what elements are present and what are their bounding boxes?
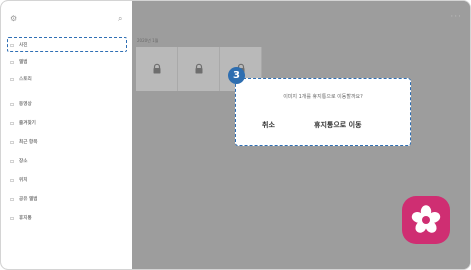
gallery-app-icon xyxy=(402,196,450,244)
sidebar-item-videos[interactable]: ▫ 동영상 xyxy=(10,98,32,110)
cancel-button[interactable]: 취소 xyxy=(262,120,275,130)
photo-tile-locked[interactable] xyxy=(136,47,178,91)
move-to-trash-dialog: 이미지 1개를 휴지통으로 이동할까요? 취소 휴지통으로 이동 xyxy=(235,78,411,146)
sidebar-item-places[interactable]: ▫ 장소 xyxy=(10,155,27,167)
gear-icon[interactable]: ⚙ xyxy=(10,14,17,23)
more-options-icon[interactable]: ··· xyxy=(450,12,462,22)
search-icon[interactable]: ⌕ xyxy=(118,14,122,24)
sidebar-item-location[interactable]: ▫ 위치 xyxy=(10,174,27,186)
sidebar-item-photos[interactable]: ▫ 사진 xyxy=(10,39,27,51)
step-number-badge: 3 xyxy=(228,67,245,84)
lock-icon xyxy=(195,63,202,74)
album-icon: ▫ xyxy=(10,58,15,66)
photo-tile-locked[interactable] xyxy=(178,47,220,91)
section-label: 2020년 1월 xyxy=(137,38,159,43)
story-icon: ▫ xyxy=(10,75,15,83)
trash-icon: ▫ xyxy=(10,214,15,222)
sidebar-item-favorites[interactable]: ▫ 즐겨찾기 xyxy=(10,117,36,129)
location-icon: ▫ xyxy=(10,157,15,165)
sidebar-item-trash[interactable]: ▫ 휴지통 xyxy=(10,212,32,224)
clock-icon: ▫ xyxy=(10,138,15,146)
share-icon: ▫ xyxy=(10,195,15,203)
flower-icon xyxy=(411,205,441,233)
sidebar: ⚙ ⌕ ▫ 사진 ▫ 앨범 ▫ 스토리 ▫ 동영상 ▫ 즐겨찾기 ▫ 최근 항목 ▫ 장소 ▫… xyxy=(1,1,132,269)
sidebar-item-shared-albums[interactable]: ▫ 공유 앨범 xyxy=(10,193,38,205)
dialog-message: 이미지 1개를 휴지통으로 이동할까요? xyxy=(283,94,363,100)
sidebar-item-recent[interactable]: ▫ 최근 항목 xyxy=(10,136,38,148)
image-icon: ▫ xyxy=(10,41,15,49)
sidebar-item-stories[interactable]: ▫ 스토리 xyxy=(10,73,32,85)
video-icon: ▫ xyxy=(10,100,15,108)
lock-icon xyxy=(153,63,160,74)
sidebar-item-albums[interactable]: ▫ 앨범 xyxy=(10,56,27,68)
pin-icon: ▫ xyxy=(10,176,15,184)
star-icon: ▫ xyxy=(10,119,15,127)
move-to-trash-button[interactable]: 휴지통으로 이동 xyxy=(314,120,362,130)
